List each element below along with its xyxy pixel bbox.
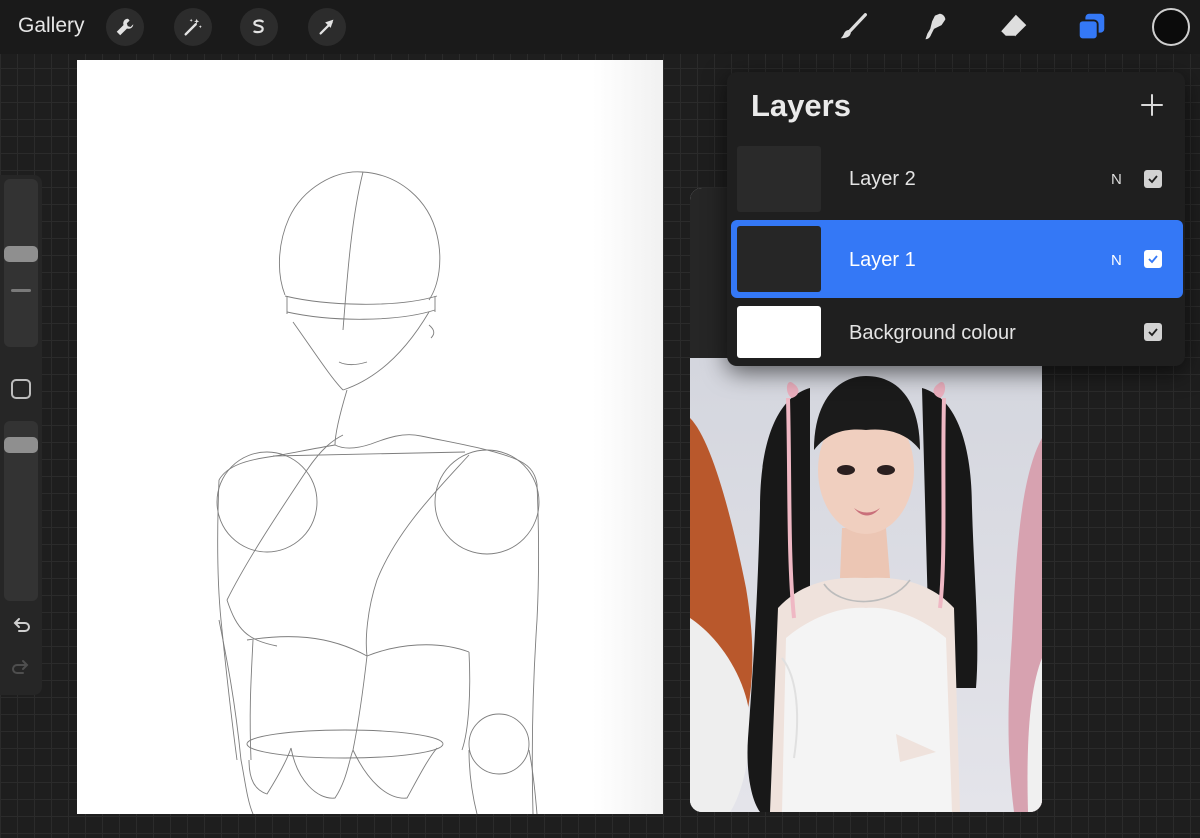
magic-wand-icon[interactable] <box>174 8 212 46</box>
brush-icon[interactable] <box>836 9 872 45</box>
opacity-thumb[interactable] <box>4 437 38 454</box>
layer-thumbnail <box>737 146 821 212</box>
brush-size-thumb[interactable] <box>4 245 38 262</box>
layer-row-layer-2[interactable]: Layer 2 N <box>731 140 1183 218</box>
layer-thumbnail <box>737 306 821 358</box>
undo-icon[interactable] <box>9 615 33 639</box>
layer-row-background-colour[interactable]: Background colour <box>731 300 1183 378</box>
brush-size-slider[interactable] <box>4 179 38 347</box>
layer-visibility-checkbox[interactable] <box>1144 323 1162 341</box>
wrench-icon[interactable] <box>106 8 144 46</box>
layer-name: Layer 2 <box>849 168 916 190</box>
top-toolbar: Gallery <box>0 0 1200 54</box>
layers-panel: Layers Layer 2 N Layer 1 N Background co… <box>727 72 1185 366</box>
layer-row-layer-1[interactable]: Layer 1 N <box>731 220 1183 298</box>
layer-visibility-checkbox[interactable] <box>1144 250 1162 268</box>
blend-mode-button[interactable]: N <box>1111 252 1122 269</box>
layer-thumbnail <box>737 226 821 292</box>
smudge-icon[interactable] <box>916 9 952 45</box>
selection-icon[interactable] <box>240 8 278 46</box>
slider-divider <box>11 289 31 292</box>
figure-sketch <box>216 171 540 814</box>
redo-icon[interactable] <box>9 657 33 681</box>
blend-mode-button[interactable]: N <box>1111 171 1122 188</box>
drawing-canvas[interactable] <box>77 60 663 814</box>
layer-visibility-checkbox[interactable] <box>1144 170 1162 188</box>
gallery-button[interactable]: Gallery <box>18 14 85 38</box>
layer-name: Layer 1 <box>849 249 916 271</box>
color-picker-swatch[interactable] <box>1152 8 1190 46</box>
layers-panel-title: Layers <box>751 88 851 123</box>
add-layer-icon[interactable] <box>1137 90 1167 120</box>
layer-name: Background colour <box>849 322 1016 344</box>
layers-icon[interactable] <box>1074 9 1110 45</box>
modify-square-icon[interactable] <box>11 379 31 399</box>
arrow-cursor-icon[interactable] <box>308 8 346 46</box>
eraser-icon[interactable] <box>996 9 1032 45</box>
left-sidebar <box>0 175 42 695</box>
reference-photo <box>690 358 1042 812</box>
